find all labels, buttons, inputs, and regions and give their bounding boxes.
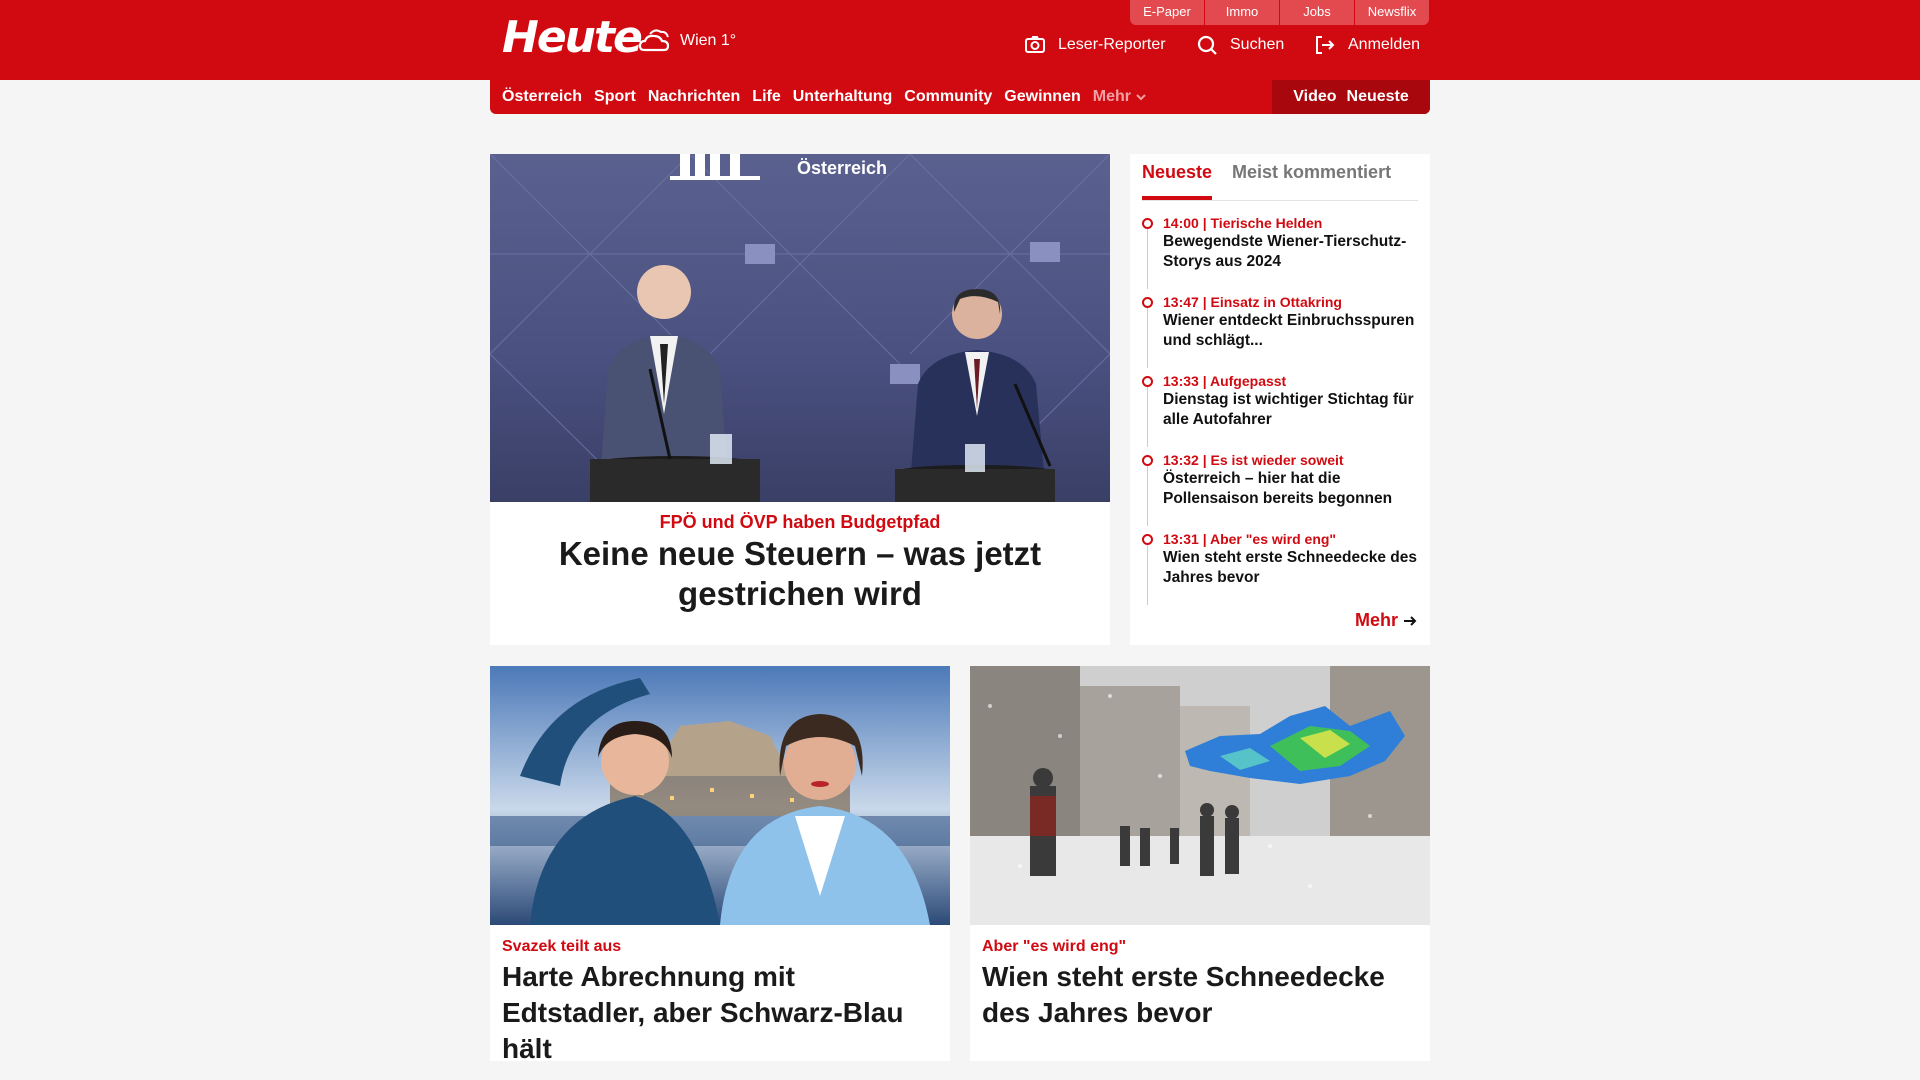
nav-item-life[interactable]: Life bbox=[752, 88, 780, 106]
article-card[interactable]: Svazek teilt aus Harte Abrechnung mit Ed… bbox=[490, 666, 950, 1064]
nav-item-oesterreich[interactable]: Österreich bbox=[502, 88, 582, 106]
tab-meist-kommentiert[interactable]: Meist kommentiert bbox=[1232, 162, 1391, 200]
feed-item-meta: 13:47 | Einsatz in Ottakring bbox=[1163, 294, 1342, 310]
feed-item-title[interactable]: Wien steht erste Schneedecke des Jahres … bbox=[1163, 548, 1422, 588]
top-header bbox=[0, 0, 1920, 80]
nav-item-unterhaltung[interactable]: Unterhaltung bbox=[793, 88, 893, 106]
feed-item-title[interactable]: Österreich – hier hat die Pollensaison b… bbox=[1163, 469, 1422, 509]
hero-article[interactable]: Österreich FPÖ und ÖVP haben Budgetpfad … bbox=[490, 154, 1110, 645]
feed-item-meta: 13:33 | Aufgepasst bbox=[1163, 373, 1287, 389]
login-label: Anmelden bbox=[1348, 36, 1421, 53]
sidebar-more-label: Mehr bbox=[1354, 610, 1398, 630]
cloud-sun-icon bbox=[638, 29, 670, 52]
timeline-dot bbox=[1142, 376, 1153, 387]
timeline-line bbox=[1147, 308, 1148, 368]
feed-item-meta: 14:00 | Tierische Helden bbox=[1163, 215, 1323, 231]
search-icon bbox=[1197, 35, 1217, 55]
hero-title[interactable]: Keine neue Steuern – was jetzt gestriche… bbox=[530, 534, 1070, 614]
weather-widget[interactable]: Wien 1° bbox=[638, 26, 736, 56]
hero-kicker: FPÖ und ÖVP haben Budgetpfad bbox=[659, 512, 941, 532]
feed-item-meta: 13:31 | Aber "es wird eng" bbox=[1163, 531, 1337, 547]
nav-item-gewinnen[interactable]: Gewinnen bbox=[1004, 88, 1080, 106]
news-feed: 14:00 | Tierische Helden Bewegendste Wie… bbox=[1142, 214, 1422, 609]
login-icon bbox=[1316, 36, 1335, 54]
nav-item-sport[interactable]: Sport bbox=[594, 88, 636, 106]
nav-more-menu[interactable]: Mehr bbox=[1093, 88, 1147, 106]
nav-video[interactable]: Video bbox=[1293, 88, 1336, 106]
epaper-link[interactable]: E-Paper bbox=[1130, 0, 1204, 25]
timeline-line bbox=[1147, 387, 1148, 447]
search-label: Suchen bbox=[1230, 36, 1285, 53]
weather-label: Wien 1° bbox=[680, 32, 737, 49]
timeline-dot bbox=[1142, 534, 1153, 545]
article-image-politicians bbox=[490, 666, 950, 925]
main-nav: Österreich Sport Nachrichten Life Unterh… bbox=[490, 80, 1430, 114]
nav-neueste[interactable]: Neueste bbox=[1347, 88, 1409, 106]
timeline-dot bbox=[1142, 297, 1153, 308]
top-links: E-Paper Immo Jobs Newsflix bbox=[1130, 0, 1429, 25]
card-kicker: Aber "es wird eng" bbox=[982, 938, 1127, 955]
sidebar-tabs: Neueste Meist kommentiert bbox=[1142, 162, 1418, 201]
leser-reporter-button[interactable]: Leser-Reporter bbox=[1024, 34, 1166, 56]
timeline-line bbox=[1147, 545, 1148, 605]
article-image-snow-street bbox=[970, 666, 1430, 925]
hero-image: Österreich bbox=[490, 154, 1110, 502]
nav-item-nachrichten[interactable]: Nachrichten bbox=[648, 88, 740, 106]
card-title[interactable]: Wien steht erste Schneedecke des Jahres … bbox=[982, 959, 1422, 1031]
jobs-link[interactable]: Jobs bbox=[1280, 0, 1354, 25]
tab-neueste[interactable]: Neueste bbox=[1142, 162, 1213, 200]
hero-image-overlay-text: Österreich bbox=[797, 158, 887, 178]
timeline-line bbox=[1147, 229, 1148, 289]
immo-link[interactable]: Immo bbox=[1205, 0, 1279, 25]
camera-icon bbox=[1025, 36, 1045, 53]
timeline-dot bbox=[1142, 218, 1153, 229]
nav-right-group: Video Neueste bbox=[1272, 80, 1430, 114]
feed-item[interactable]: 13:31 | Aber "es wird eng" Wien steht er… bbox=[1142, 530, 1422, 609]
feed-item[interactable]: 13:33 | Aufgepasst Dienstag ist wichtige… bbox=[1142, 372, 1422, 451]
sidebar-more-link[interactable]: Mehr bbox=[1355, 610, 1418, 631]
newsflix-link[interactable]: Newsflix bbox=[1355, 0, 1429, 25]
leser-reporter-label: Leser-Reporter bbox=[1058, 36, 1166, 53]
article-card[interactable]: Aber "es wird eng" Wien steht erste Schn… bbox=[970, 666, 1430, 1061]
feed-item-title[interactable]: Dienstag ist wichtiger Stichtag für alle… bbox=[1163, 390, 1422, 430]
arrow-right-icon bbox=[1404, 615, 1417, 626]
search-button[interactable]: Suchen bbox=[1196, 34, 1284, 56]
nav-item-community[interactable]: Community bbox=[904, 88, 992, 106]
timeline-line bbox=[1147, 466, 1148, 526]
feed-item[interactable]: 13:32 | Es ist wieder soweit Österreich … bbox=[1142, 451, 1422, 530]
chevron-down-icon bbox=[1136, 94, 1146, 101]
feed-item-meta: 13:32 | Es ist wieder soweit bbox=[1163, 452, 1344, 468]
login-button[interactable]: Anmelden bbox=[1314, 34, 1420, 56]
card-title[interactable]: Harte Abrechnung mit Edtstadler, aber Sc… bbox=[502, 959, 942, 1067]
feed-item-title[interactable]: Bewegendste Wiener-Tierschutz-Storys aus… bbox=[1163, 232, 1422, 272]
latest-news-sidebar: Neueste Meist kommentiert 14:00 | Tieris… bbox=[1130, 154, 1430, 645]
feed-item[interactable]: 14:00 | Tierische Helden Bewegendste Wie… bbox=[1142, 214, 1422, 293]
feed-item[interactable]: 13:47 | Einsatz in Ottakring Wiener entd… bbox=[1142, 293, 1422, 372]
heute-logo[interactable]: Heute bbox=[502, 10, 643, 66]
card-kicker: Svazek teilt aus bbox=[502, 938, 622, 955]
feed-item-title[interactable]: Wiener entdeckt Einbruchsspuren und schl… bbox=[1163, 311, 1422, 351]
nav-more-label: Mehr bbox=[1092, 88, 1131, 105]
timeline-dot bbox=[1142, 455, 1153, 466]
